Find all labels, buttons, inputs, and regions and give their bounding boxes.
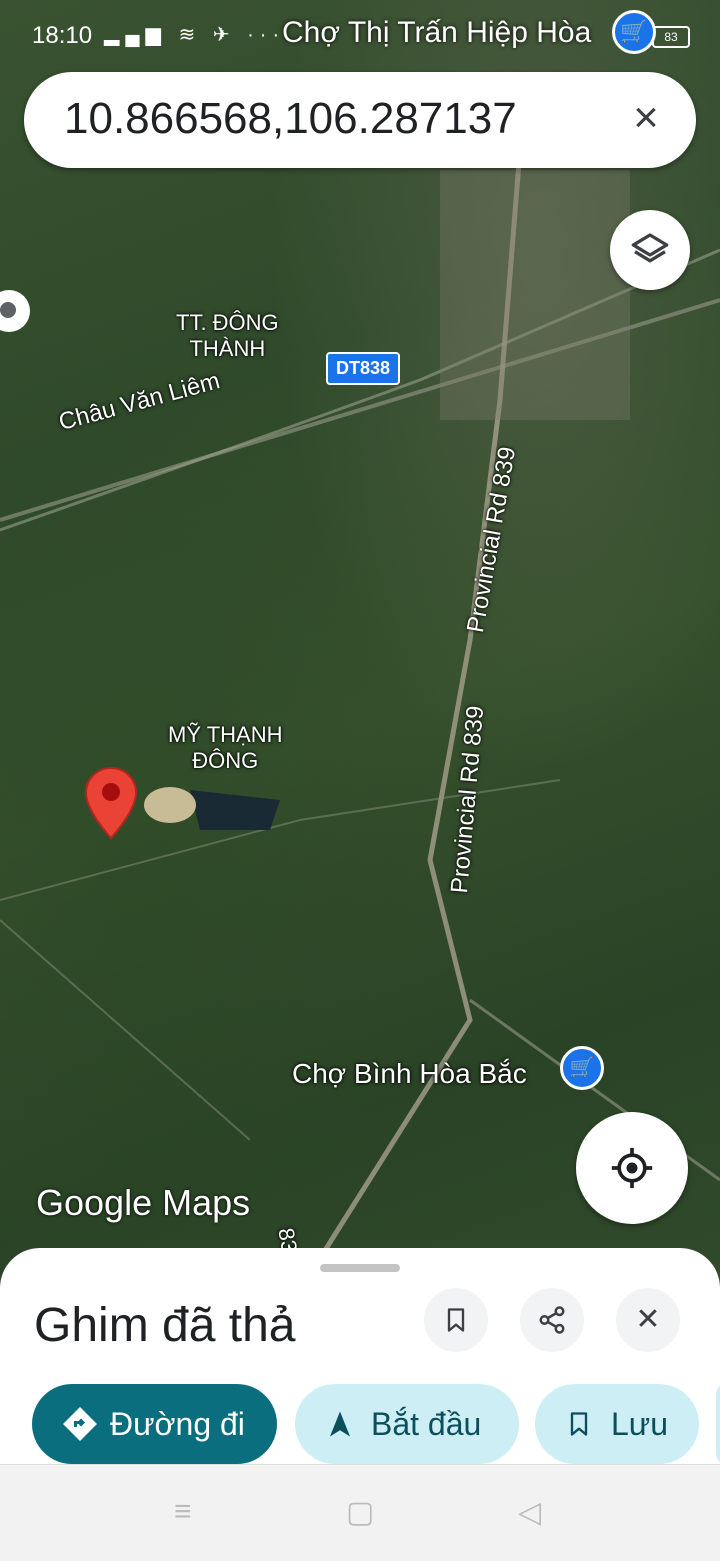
close-icon: ✕	[635, 1303, 661, 1336]
road-badge: DT838	[326, 352, 401, 385]
system-nav-bar: ≡ ▢ ◁	[0, 1464, 720, 1561]
map-label-market[interactable]: Chợ Bình Hòa Bắc	[292, 1058, 527, 1090]
save-button[interactable]: Lưu	[535, 1384, 699, 1464]
map-label-top-place[interactable]: Chợ Thị Trấn Hiệp Hòa	[282, 16, 591, 50]
menu-icon[interactable]: ≡	[174, 1495, 192, 1529]
red-pin-icon[interactable]	[84, 766, 138, 840]
my-location-icon	[611, 1147, 653, 1189]
shopping-cart-icon[interactable]: 🛒	[612, 10, 656, 54]
search-input[interactable]: 10.866568,106.287137	[64, 94, 517, 144]
navigation-arrow-icon	[330, 1411, 350, 1437]
bookmark-icon	[447, 1308, 465, 1332]
map-view[interactable]: 18:10 ▂▄▆ ≋ ✈ ··· 83 Chợ Thị Trấn Hiệp H…	[0, 0, 720, 1290]
start-button[interactable]: Bắt đầu	[295, 1384, 519, 1464]
layers-button[interactable]	[610, 210, 690, 290]
status-icons: ▂▄▆ ≋ ✈ ···	[104, 24, 286, 46]
battery-icon: 83	[652, 26, 690, 48]
share-button[interactable]	[520, 1288, 584, 1352]
close-sheet-button[interactable]: ✕	[616, 1288, 680, 1352]
my-location-button[interactable]	[576, 1112, 688, 1224]
sheet-drag-handle[interactable]	[320, 1264, 400, 1272]
map-roads	[0, 149, 720, 1290]
back-icon[interactable]: ◁	[518, 1495, 541, 1530]
more-actions-chip[interactable]	[716, 1384, 720, 1464]
sheet-title: Ghim đã thả	[34, 1299, 296, 1352]
home-icon[interactable]: ▢	[346, 1495, 374, 1530]
search-bar[interactable]: 10.866568,106.287137 ×	[24, 72, 696, 168]
directions-icon	[63, 1407, 97, 1441]
bookmark-icon	[570, 1412, 588, 1436]
map-label-village: MỸ THẠNH ĐÔNG	[168, 722, 283, 773]
save-label: Lưu	[611, 1406, 669, 1442]
save-bookmark-button[interactable]	[424, 1288, 488, 1352]
share-icon	[539, 1306, 565, 1334]
google-maps-logo: Google Maps	[36, 1182, 251, 1223]
close-icon[interactable]: ×	[622, 94, 670, 142]
map-label-town: TT. ĐÔNG THÀNH	[176, 310, 279, 361]
bottom-sheet[interactable]: Ghim đã thả ✕ Đường đi Bắt đầu Lưu	[0, 1248, 720, 1464]
start-label: Bắt đầu	[371, 1406, 482, 1442]
status-time: 18:10	[32, 22, 93, 49]
directions-button[interactable]: Đường đi	[32, 1384, 277, 1464]
directions-label: Đường đi	[110, 1406, 245, 1442]
layers-icon	[631, 233, 669, 263]
shopping-cart-icon-market[interactable]: 🛒	[560, 1046, 604, 1090]
